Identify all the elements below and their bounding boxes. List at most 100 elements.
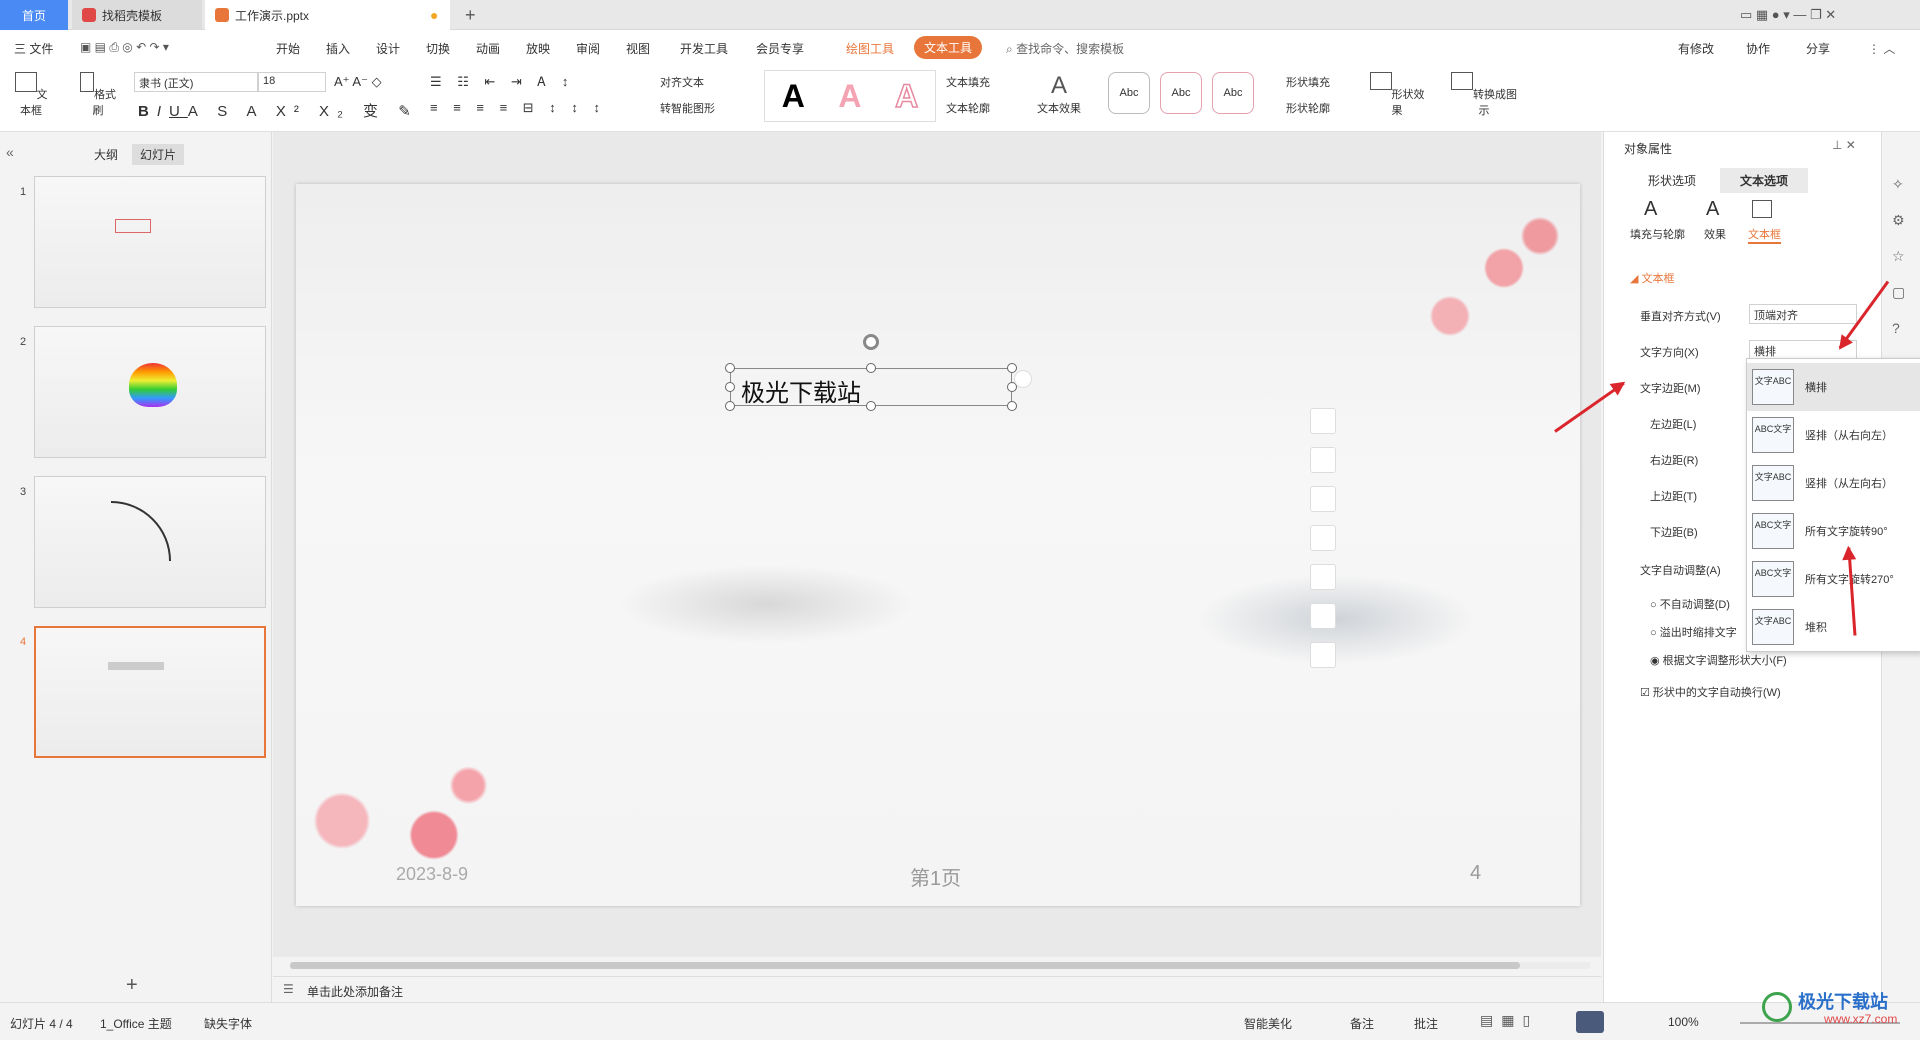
tab-template[interactable]: 找稻壳模板 xyxy=(72,0,202,30)
add-slide-button[interactable]: + xyxy=(126,974,138,997)
wordart-pink[interactable]: A xyxy=(838,78,861,115)
file-menu[interactable]: 三 文件 xyxy=(14,40,53,57)
font-family-select[interactable]: 隶书 (正文) xyxy=(134,72,258,92)
resize-handle[interactable] xyxy=(866,401,876,411)
dropdown-item-vertical-ltr[interactable]: 文字ABC 竖排（从左向右） xyxy=(1747,459,1920,507)
tab-home[interactable]: 首页 xyxy=(0,0,68,30)
text-edit-icon[interactable] xyxy=(1310,603,1336,629)
slide-thumbnail-1[interactable] xyxy=(34,176,266,308)
valign-select[interactable]: 顶端对齐 xyxy=(1749,304,1857,324)
effect-icon[interactable]: A xyxy=(1706,198,1719,221)
text-style-icon[interactable] xyxy=(1310,642,1336,668)
menu-slideshow[interactable]: 放映 xyxy=(526,40,550,57)
opt-shrink[interactable]: ○ 溢出时缩排文字 xyxy=(1650,624,1737,640)
slide-footer[interactable]: 第1页 xyxy=(910,862,961,891)
notes-bar[interactable]: ☰ 单击此处添加备注 xyxy=(273,976,1601,1002)
zoom-level[interactable]: 100% xyxy=(1668,1015,1699,1029)
rotate-handle[interactable] xyxy=(863,334,879,350)
menu-text-tools[interactable]: 文本工具 xyxy=(914,36,983,59)
opt-resize[interactable]: ◉ 根据文字调整形状大小(F) xyxy=(1650,652,1787,668)
slide-thumbnail-4[interactable] xyxy=(34,626,266,758)
share-button[interactable]: 分享 xyxy=(1806,40,1830,57)
menu-view[interactable]: 视图 xyxy=(626,40,650,57)
slide-canvas[interactable]: 极光下载站 2023-8-9 第1页 4 xyxy=(296,184,1580,906)
wrap-checkbox[interactable]: ☑ 形状中的文字自动换行(W) xyxy=(1640,684,1781,700)
slide-number-footer[interactable]: 4 xyxy=(1470,862,1481,885)
quick-access-icons[interactable]: ▣ ▤ ⎙ ◎ ↶ ↷ ▾ xyxy=(80,40,169,55)
fill-outline-icon[interactable]: A xyxy=(1644,198,1657,221)
opt-no-autofit[interactable]: ○ 不自动调整(D) xyxy=(1650,596,1730,612)
align-text-button[interactable]: 对齐文本 xyxy=(660,74,704,90)
format-painter-button[interactable]: 格式刷 xyxy=(76,72,120,118)
window-controls[interactable]: ▭ ▦ ● ▾ — ❐ ✕ xyxy=(1730,0,1846,30)
dropdown-item-stacked[interactable]: 文字ABC 堆积 xyxy=(1747,603,1920,651)
sub-fill-outline[interactable]: 填充与轮廓 xyxy=(1630,226,1685,242)
shape-outline-button[interactable]: 形状轮廓 xyxy=(1286,100,1330,116)
text-fill-button[interactable]: 文本填充 xyxy=(946,74,990,90)
view-mode-icons[interactable]: ▤▦▯ xyxy=(1480,1012,1538,1029)
section-textbox[interactable]: ◢ 文本框 xyxy=(1630,270,1675,286)
sub-effect[interactable]: 效果 xyxy=(1704,226,1726,242)
menu-member[interactable]: 会员专享 xyxy=(756,40,804,57)
smart-shape-button[interactable]: 转智能图形 xyxy=(660,100,715,116)
convert-diagram-button[interactable]: 转换成图示 xyxy=(1448,72,1520,118)
sub-textbox[interactable]: 文本框 xyxy=(1748,226,1781,244)
shape-fill-button[interactable]: 形状填充 xyxy=(1286,74,1330,90)
shape-style-3[interactable]: Abc xyxy=(1212,72,1254,114)
menu-transition[interactable]: 切换 xyxy=(426,40,450,57)
panel-title[interactable]: 对象属性 xyxy=(1624,140,1672,157)
tab-slides[interactable]: 幻灯片 xyxy=(132,144,185,165)
side-tool-icons[interactable]: ✧⚙☆▢?▣ xyxy=(1892,166,1905,382)
text-outline-button[interactable]: 文本轮廓 xyxy=(946,100,990,116)
font-size-select[interactable]: 18 xyxy=(258,72,326,92)
new-tab-button[interactable]: + xyxy=(455,0,486,30)
resize-handle[interactable] xyxy=(1007,401,1017,411)
theme-name[interactable]: 1_Office 主题 xyxy=(100,1015,172,1032)
pin-close-icons[interactable]: ⊥ ✕ xyxy=(1832,138,1856,152)
modified-button[interactable]: 有修改 xyxy=(1678,40,1714,57)
textbox-sub-icon[interactable] xyxy=(1752,200,1772,218)
menu-start[interactable]: 开始 xyxy=(276,40,300,57)
tab-document[interactable]: 工作演示.pptx ● xyxy=(205,0,450,30)
horizontal-scrollbar[interactable] xyxy=(290,962,1590,969)
menu-developer[interactable]: 开发工具 xyxy=(680,40,728,57)
collapse-icon[interactable]: « xyxy=(6,144,14,160)
beautify-button[interactable]: 智能美化 xyxy=(1244,1015,1292,1032)
fill-icon[interactable] xyxy=(1310,486,1336,512)
wordart-gallery[interactable]: A A A xyxy=(764,70,936,122)
resize-handle[interactable] xyxy=(725,401,735,411)
menu-animation[interactable]: 动画 xyxy=(476,40,500,57)
resize-handle[interactable] xyxy=(1007,363,1017,373)
text-effect-button[interactable]: A 文本效果 xyxy=(1030,72,1088,116)
dropdown-item-vertical-rtl[interactable]: ABC文字 竖排（从右向左） xyxy=(1747,411,1920,459)
shape-style-1[interactable]: Abc xyxy=(1108,72,1150,114)
tab-text-options[interactable]: 文本选项 xyxy=(1720,168,1809,193)
font-format-icons[interactable]: BIUA S A X² X₂ 变 ✎ xyxy=(138,100,419,121)
pen-icon[interactable] xyxy=(1310,447,1336,473)
notes-placeholder[interactable]: 单击此处添加备注 xyxy=(307,983,403,1000)
resize-handle[interactable] xyxy=(725,363,735,373)
list-icons[interactable]: ☰ ☷ ⇤ ⇥ Ꭺ ↕ xyxy=(430,74,574,90)
resize-handle[interactable] xyxy=(866,363,876,373)
slide-thumbnail-2[interactable] xyxy=(34,326,266,458)
tab-shape-options[interactable]: 形状选项 xyxy=(1648,172,1696,189)
more-icon[interactable]: ⋮ ︿ xyxy=(1868,40,1895,57)
play-button[interactable] xyxy=(1576,1011,1604,1033)
textbox-button[interactable]: 文本框 xyxy=(10,72,52,118)
paragraph-align-icons[interactable]: ≡ ≡ ≡ ≡ ⊟ ↕ ↕ ↕ xyxy=(430,100,606,116)
scroll-thumb[interactable] xyxy=(290,962,1520,969)
shape-effect-button[interactable]: 形状效果 xyxy=(1368,72,1426,118)
comment-button[interactable]: 批注 xyxy=(1414,1015,1438,1032)
font-grow-icons[interactable]: A⁺ A⁻ ◇ xyxy=(334,74,382,90)
menu-drawing-tools[interactable]: 绘图工具 xyxy=(846,40,894,57)
missing-font-button[interactable]: 缺失字体 xyxy=(204,1015,252,1032)
wordart-black[interactable]: A xyxy=(782,78,805,115)
layers-icon[interactable] xyxy=(1310,408,1336,434)
slide-thumbnail-3[interactable] xyxy=(34,476,266,608)
search-command[interactable]: ⌕ 查找命令、搜索模板 xyxy=(1006,40,1124,57)
wordart-outline[interactable]: A xyxy=(894,77,919,115)
menu-review[interactable]: 审阅 xyxy=(576,40,600,57)
resize-handle[interactable] xyxy=(725,382,735,392)
collab-button[interactable]: 协作 xyxy=(1746,40,1770,57)
tab-outline[interactable]: 大纲 xyxy=(94,146,118,163)
